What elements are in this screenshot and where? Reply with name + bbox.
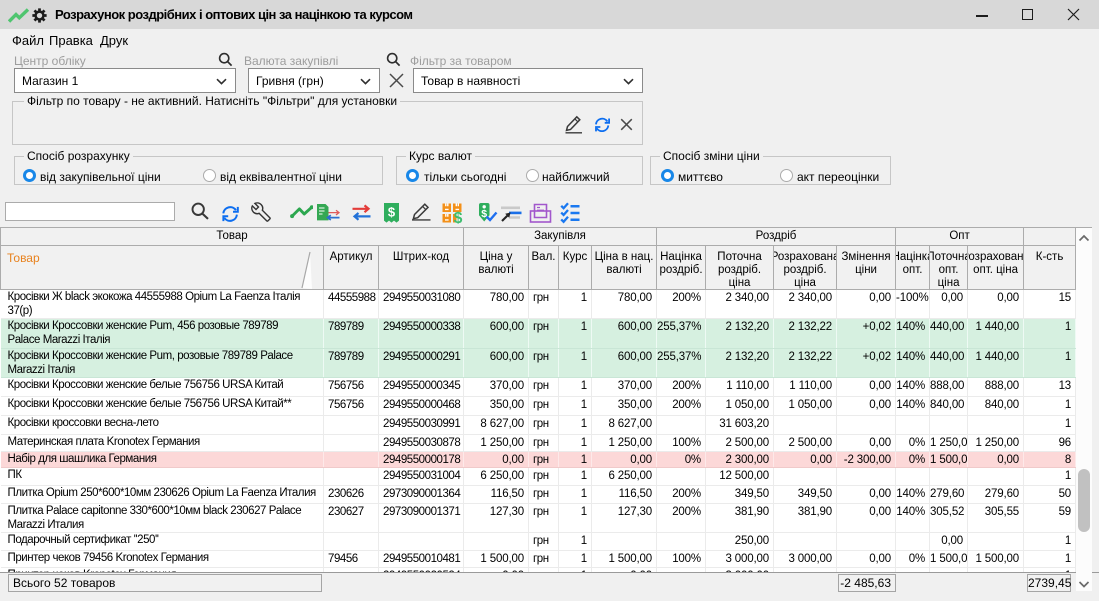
svg-text:$: $ bbox=[481, 208, 487, 220]
svg-text:$: $ bbox=[454, 210, 463, 224]
svg-text:$: $ bbox=[388, 205, 396, 220]
